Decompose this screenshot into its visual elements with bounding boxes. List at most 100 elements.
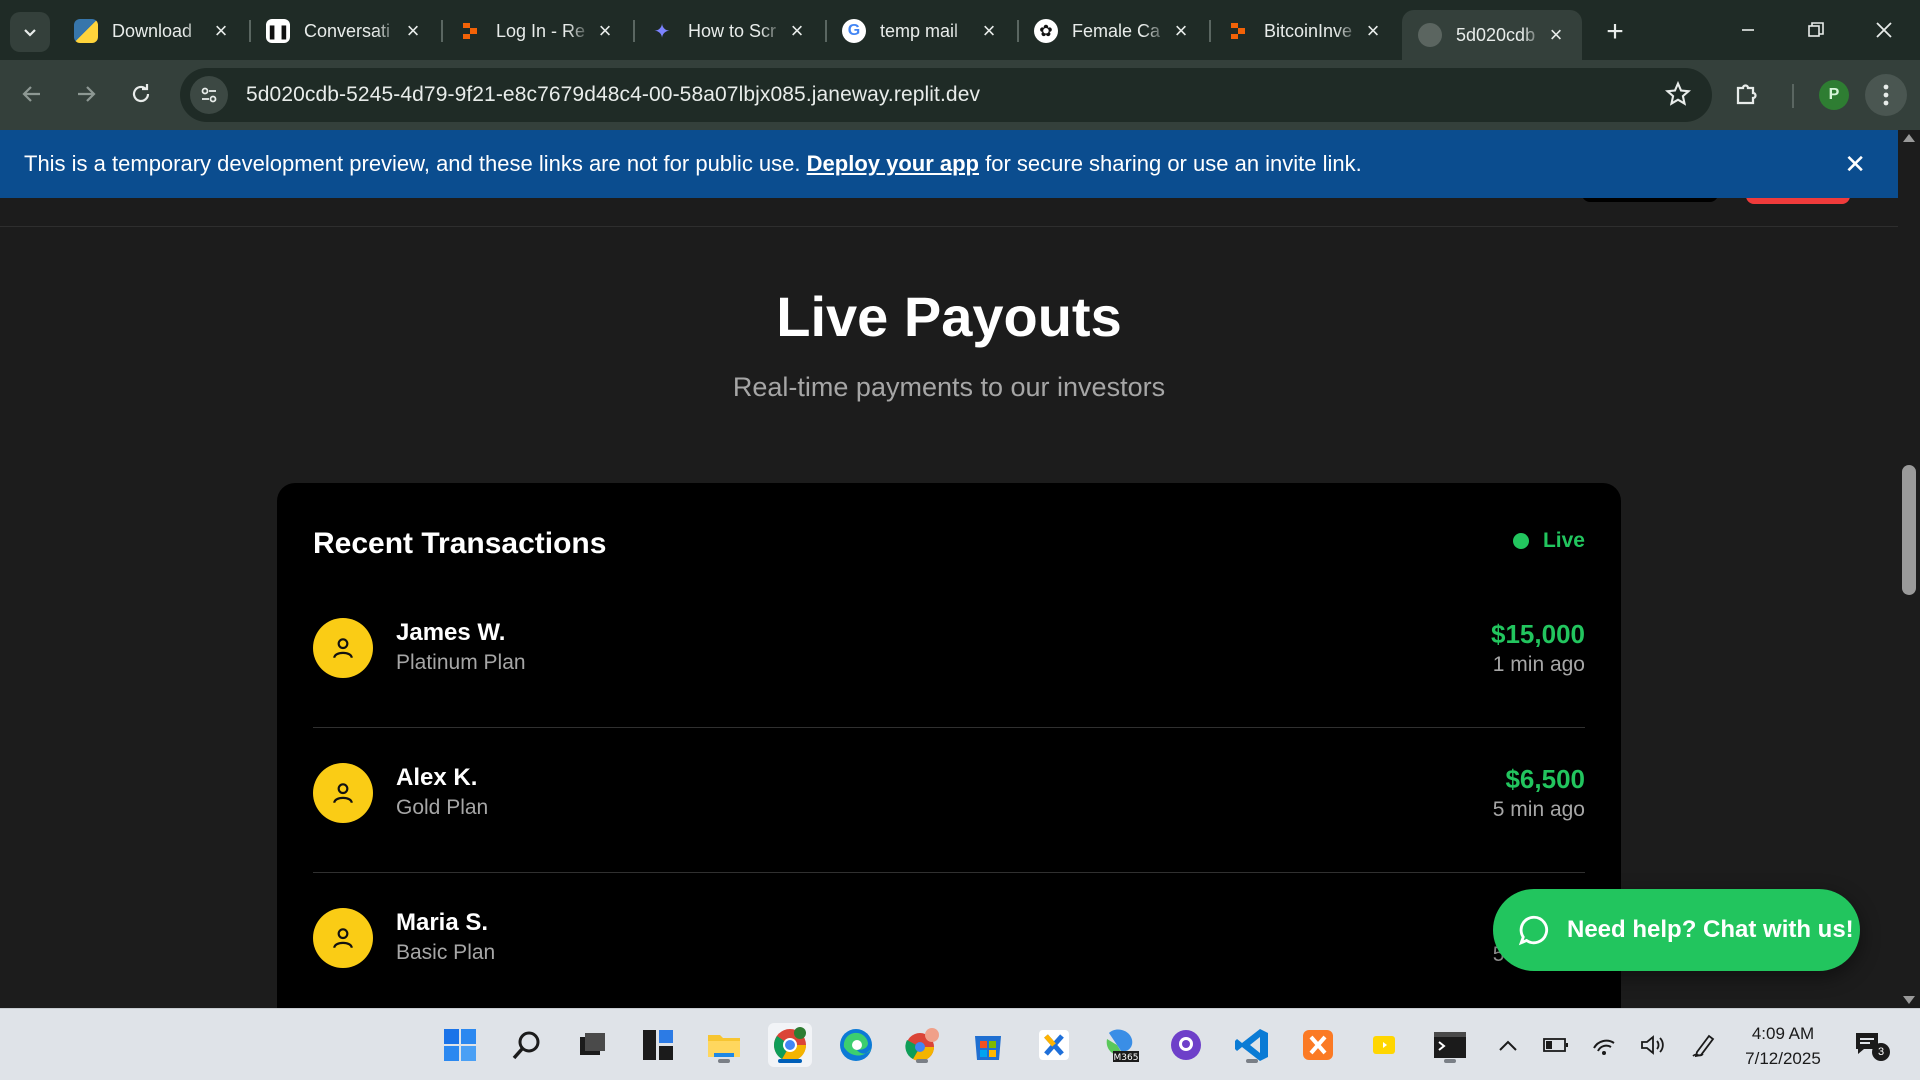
deploy-app-link[interactable]: Deploy your app (807, 151, 979, 177)
close-icon[interactable]: × (1360, 18, 1386, 44)
page-scrollbar[interactable] (1898, 130, 1920, 1008)
bird-icon: ✦ (653, 20, 671, 43)
user-icon (333, 638, 353, 659)
transaction-plan: Gold Plan (396, 796, 489, 819)
tab-female-ca[interactable]: ✿ Female Ca × (1018, 10, 1208, 52)
search-icon[interactable] (505, 1023, 549, 1067)
chevron-up-icon[interactable] (1492, 1029, 1524, 1061)
transaction-amount: $6,500 (1505, 764, 1585, 794)
sticky-icon[interactable] (1362, 1023, 1406, 1067)
arrow-left-icon (22, 86, 40, 102)
new-tab-button[interactable]: + (1597, 14, 1633, 50)
close-icon[interactable]: × (784, 18, 810, 44)
terminal-icon[interactable] (1428, 1023, 1472, 1067)
scroll-up-icon[interactable] (1903, 134, 1915, 142)
transaction-time: 5 min ago (1492, 798, 1585, 821)
banner-text-after: for secure sharing or use an invite link… (985, 151, 1362, 176)
tab-search-button[interactable] (10, 12, 50, 52)
tab-how-to[interactable]: ✦ How to Scr × (634, 10, 824, 52)
close-icon[interactable]: × (592, 18, 618, 44)
tab-active-preview[interactable]: 5d020cdb × (1402, 10, 1582, 60)
bookmark-button[interactable] (1664, 80, 1692, 113)
close-icon[interactable]: × (976, 18, 1002, 44)
notification-center-button[interactable]: 3 (1854, 1031, 1890, 1062)
scroll-down-icon[interactable] (1903, 996, 1915, 1004)
wifi-icon[interactable] (1588, 1029, 1620, 1061)
tab-temp-mail[interactable]: G temp mail × (826, 10, 1016, 52)
transaction-row: James W. Platinum Plan $15,000 1 min ago (313, 583, 1585, 728)
user-avatar (313, 908, 373, 968)
browser-menu-button[interactable] (1865, 74, 1907, 116)
reload-button[interactable] (121, 74, 161, 114)
header-divider (0, 226, 1898, 227)
xampp-icon[interactable] (1032, 1023, 1076, 1067)
close-icon[interactable]: × (208, 18, 234, 44)
nav-button-red[interactable] (1746, 198, 1850, 204)
store-icon[interactable] (966, 1023, 1010, 1067)
github-desktop-icon[interactable] (1164, 1023, 1208, 1067)
chat-bubble-icon (1518, 915, 1549, 946)
file-explorer-icon[interactable] (702, 1023, 746, 1067)
minimize-icon (1742, 29, 1754, 31)
close-icon[interactable]: × (1168, 18, 1194, 44)
close-icon[interactable]: × (400, 18, 426, 44)
puzzle-icon (1736, 84, 1757, 105)
transaction-amount: $15,000 (1491, 619, 1585, 649)
tab-title: Log In - Re (496, 20, 586, 41)
browser-tab-strip: Download × ❚❚ Conversati × Log In - Re ×… (0, 0, 1920, 60)
tab-login-replit[interactable]: Log In - Re × (442, 10, 632, 52)
transaction-row: Maria S. Basic Plan 5 min ago (313, 873, 1585, 1008)
edge-icon[interactable] (834, 1023, 878, 1067)
transactions-card: Recent Transactions Live James W. Platin… (277, 483, 1621, 1008)
pen-icon[interactable] (1688, 1029, 1720, 1061)
chrome-icon[interactable] (768, 1023, 812, 1067)
profile-avatar[interactable]: P (1819, 80, 1849, 110)
live-label: Live (1542, 529, 1585, 552)
back-button[interactable] (12, 74, 52, 114)
restore-button[interactable] (1786, 10, 1846, 50)
battery-icon[interactable] (1540, 1029, 1572, 1061)
windows-start-icon[interactable] (438, 1023, 482, 1067)
chrome-profile-icon[interactable] (900, 1023, 944, 1067)
transaction-time: 1 min ago (1492, 653, 1585, 676)
close-icon (1876, 22, 1892, 38)
nav-button-dark[interactable] (1582, 198, 1718, 202)
tab-title: 5d020cdb (1456, 24, 1536, 45)
arrow-right-icon (78, 86, 96, 102)
minimize-button[interactable] (1718, 10, 1778, 50)
banner-close-icon[interactable]: ✕ (1844, 149, 1866, 180)
system-clock[interactable]: 4:09 AM 7/12/2025 (1728, 1021, 1838, 1071)
tab-download[interactable]: Download × (58, 10, 248, 52)
live-dot-icon (1512, 533, 1529, 549)
site-info-button[interactable] (190, 76, 228, 114)
scrollbar-thumb[interactable] (1902, 465, 1916, 595)
tab-bitcoin-invest[interactable]: BitcoinInve × (1210, 10, 1400, 52)
vscode-icon[interactable] (1230, 1023, 1274, 1067)
task-view-icon[interactable] (570, 1023, 614, 1067)
forward-button[interactable] (66, 74, 106, 114)
more-vertical-icon (1883, 84, 1889, 106)
user-icon (333, 928, 353, 949)
address-bar[interactable]: 5d020cdb-5245-4d79-9f21-e8c7679d48c4-00-… (180, 68, 1712, 122)
m365-icon[interactable]: M365 (1098, 1023, 1142, 1067)
google-icon: G (842, 19, 866, 43)
section-title: Live Payouts (776, 285, 1122, 348)
extensions-button[interactable] (1733, 78, 1763, 113)
clock-time: 4:09 AM (1751, 1024, 1815, 1043)
notification-count: 3 (1872, 1043, 1890, 1061)
url-text[interactable]: 5d020cdb-5245-4d79-9f21-e8c7679d48c4-00-… (246, 83, 980, 107)
tab-title: Download (112, 20, 193, 41)
volume-icon[interactable] (1636, 1029, 1668, 1061)
close-window-button[interactable] (1854, 10, 1914, 50)
banner-text: This is a temporary development preview,… (24, 151, 801, 176)
chat-help-button[interactable]: Need help? Chat with us! (1493, 889, 1860, 971)
widgets-icon[interactable] (636, 1023, 680, 1067)
globe-icon (1418, 23, 1442, 47)
windows-taskbar: M365 4:09 AM 7/12/2025 3 (0, 1008, 1920, 1080)
reload-icon (132, 84, 150, 103)
close-icon[interactable]: × (1544, 22, 1568, 48)
restore-icon (1808, 22, 1824, 37)
transaction-name: James W. (396, 619, 506, 646)
tab-conversation[interactable]: ❚❚ Conversati × (250, 10, 440, 52)
xampp-control-icon[interactable] (1296, 1023, 1340, 1067)
